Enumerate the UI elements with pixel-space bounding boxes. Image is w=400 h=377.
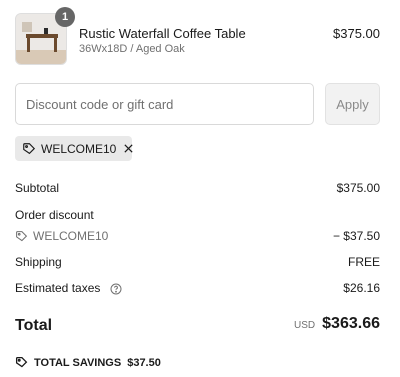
remove-discount-icon[interactable] [123, 143, 134, 154]
product-variant: 36Wx18D / Aged Oak [79, 43, 185, 55]
shipping-value: FREE [347, 255, 380, 269]
subtotal-label: Subtotal [15, 181, 60, 195]
savings-label: TOTAL SAVINGS [34, 356, 122, 369]
tag-icon [15, 230, 28, 243]
total-savings: TOTAL SAVINGS $37.50 [15, 356, 161, 369]
subtotal-value: $375.00 [336, 181, 380, 195]
quantity-badge: 1 [55, 7, 75, 27]
savings-amount: $37.50 [127, 356, 161, 369]
total-amount: $363.66 [322, 315, 380, 332]
taxes-value: $26.16 [343, 281, 380, 295]
product-name: Rustic Waterfall Coffee Table [79, 26, 246, 41]
tag-icon [15, 356, 28, 369]
apply-button[interactable]: Apply [325, 83, 380, 125]
order-summary: 1 Rustic Waterfall Coffee Table 36Wx18D … [0, 0, 400, 377]
tag-icon [22, 142, 36, 156]
applied-discount-tag: WELCOME10 [15, 136, 134, 161]
discount-code-label: WELCOME10 [33, 229, 109, 243]
discount-value: − $37.50 [332, 229, 380, 243]
applied-code-label: WELCOME10 [41, 141, 117, 156]
product-price: $375.00 [333, 26, 380, 41]
taxes-label: Estimated taxes [15, 281, 101, 295]
order-discount-label: Order discount [15, 208, 94, 222]
info-icon[interactable] [110, 283, 122, 295]
line-item: 1 Rustic Waterfall Coffee Table 36Wx18D … [15, 7, 380, 65]
total-label: Total [15, 317, 53, 334]
discount-code-input[interactable] [15, 83, 314, 125]
currency-code: USD [294, 320, 316, 331]
shipping-label: Shipping [15, 255, 62, 269]
total-amount-group: USD $363.66 [294, 315, 380, 333]
